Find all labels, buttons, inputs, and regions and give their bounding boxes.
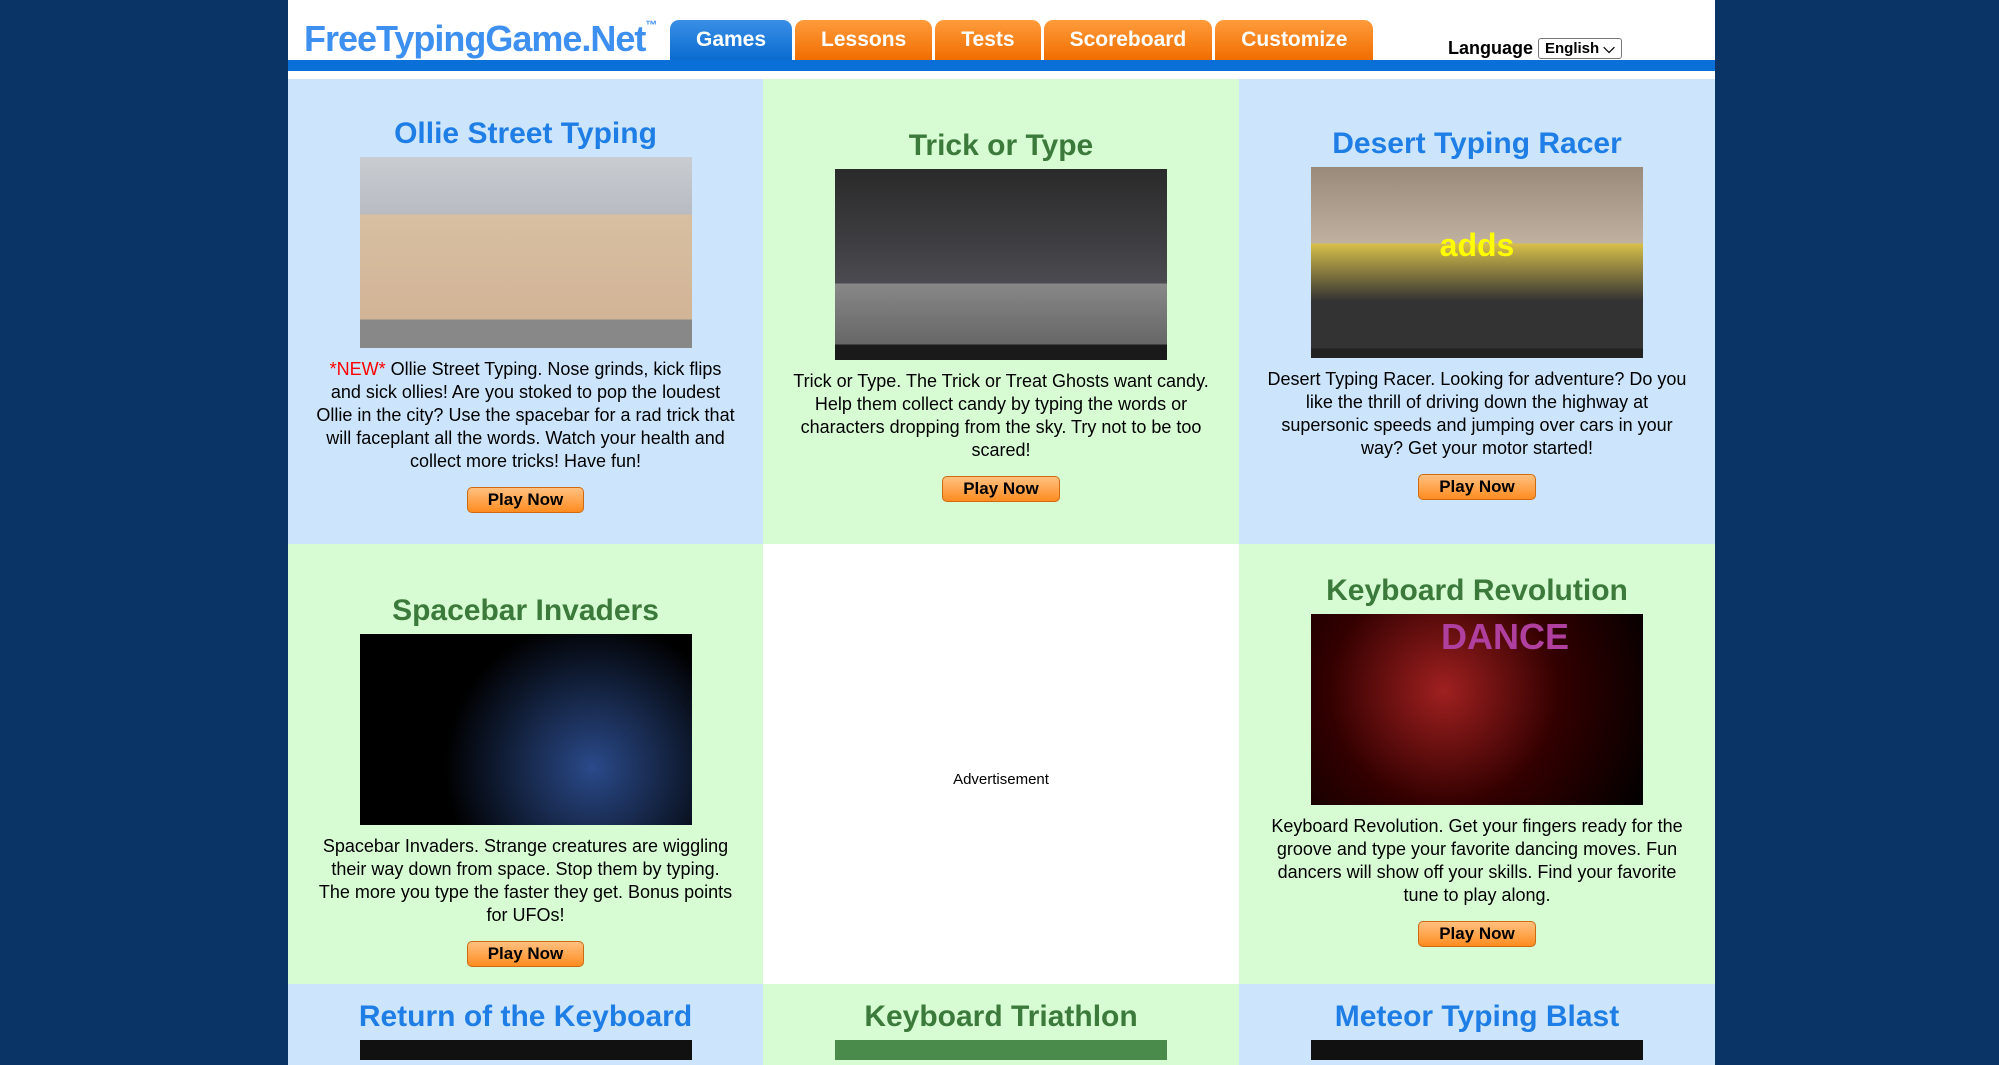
page: FreeTypingGame.Net™ Games Lessons Tests … — [288, 0, 1715, 1065]
game-title[interactable]: Trick or Type — [763, 129, 1239, 163]
screenshot-word: adds — [1439, 227, 1515, 263]
game-description: Desert Typing Racer. Looking for adventu… — [1267, 369, 1687, 458]
game-title[interactable]: Desert Typing Racer — [1239, 127, 1715, 161]
tab-scoreboard[interactable]: Scoreboard — [1043, 20, 1213, 60]
chevron-down-icon: ⌵ — [1603, 40, 1615, 57]
games-grid: Ollie Street Typing *NEW* Ollie Street T… — [288, 79, 1715, 1065]
game-title[interactable]: Spacebar Invaders — [288, 594, 763, 628]
language-select[interactable]: English ⌵ — [1538, 38, 1622, 59]
language-value: English — [1545, 40, 1600, 57]
game-screenshot[interactable] — [359, 1040, 692, 1060]
game-title[interactable]: Return of the Keyboard — [288, 1000, 763, 1034]
game-description: Keyboard Revolution. Get your fingers re… — [1271, 816, 1683, 905]
game-title[interactable]: Keyboard Revolution — [1239, 574, 1715, 608]
game-card: Spacebar Invaders Spacebar Invaders. Str… — [288, 544, 763, 984]
header-bar — [288, 60, 1715, 71]
game-screenshot[interactable] — [1311, 1040, 1643, 1060]
tab-tests[interactable]: Tests — [935, 20, 1041, 60]
play-now-button[interactable]: Play Now — [466, 941, 585, 967]
game-screenshot[interactable]: adds — [1311, 167, 1643, 358]
play-now-button[interactable]: Play Now — [466, 487, 585, 513]
game-title[interactable]: Keyboard Triathlon — [763, 1000, 1239, 1034]
play-now-button[interactable]: Play Now — [1418, 921, 1536, 947]
game-title[interactable]: Ollie Street Typing — [288, 117, 763, 151]
tab-lessons[interactable]: Lessons — [795, 20, 933, 60]
play-now-button[interactable]: Play Now — [942, 476, 1060, 502]
language-label: Language — [1448, 38, 1534, 58]
game-card: Ollie Street Typing *NEW* Ollie Street T… — [288, 79, 763, 544]
game-description: Spacebar Invaders. Strange creatures are… — [318, 836, 733, 925]
logo-text: FreeTypingGame.Net — [304, 18, 646, 59]
new-badge: *NEW* — [329, 359, 386, 379]
game-screenshot[interactable]: DANCE — [1311, 614, 1643, 805]
advertisement-label: Advertisement — [953, 770, 1049, 788]
tab-games[interactable]: Games — [670, 20, 793, 60]
language-picker: Language English ⌵ — [1448, 38, 1622, 59]
game-description: Trick or Type. The Trick or Treat Ghosts… — [793, 371, 1209, 460]
game-screenshot[interactable] — [359, 634, 692, 825]
tab-customize[interactable]: Customize — [1215, 20, 1374, 60]
advertisement[interactable]: Advertisement — [763, 544, 1239, 984]
game-card: Trick or Type Trick or Type. The Trick o… — [763, 79, 1239, 544]
game-screenshot[interactable] — [835, 169, 1167, 360]
nav-tabs: Games Lessons Tests Scoreboard Customize — [670, 20, 1374, 60]
game-card: Keyboard Revolution DANCE Keyboard Revol… — [1239, 544, 1715, 984]
game-card: Desert Typing Racer adds Desert Typing R… — [1239, 79, 1715, 544]
header: FreeTypingGame.Net™ Games Lessons Tests … — [288, 0, 1715, 60]
game-description: *NEW* Ollie Street Typing. Nose grinds, … — [316, 358, 736, 473]
trademark: ™ — [645, 18, 657, 32]
play-now-button[interactable]: Play Now — [1418, 474, 1536, 500]
game-card: Keyboard Triathlon — [763, 984, 1239, 1065]
game-screenshot[interactable] — [835, 1040, 1167, 1060]
game-card: Meteor Typing Blast — [1239, 984, 1715, 1065]
site-logo[interactable]: FreeTypingGame.Net™ — [304, 18, 657, 60]
screenshot-word: DANCE — [1441, 616, 1570, 657]
game-title[interactable]: Meteor Typing Blast — [1239, 1000, 1715, 1034]
game-screenshot[interactable] — [359, 157, 692, 348]
game-card: Return of the Keyboard — [288, 984, 763, 1065]
